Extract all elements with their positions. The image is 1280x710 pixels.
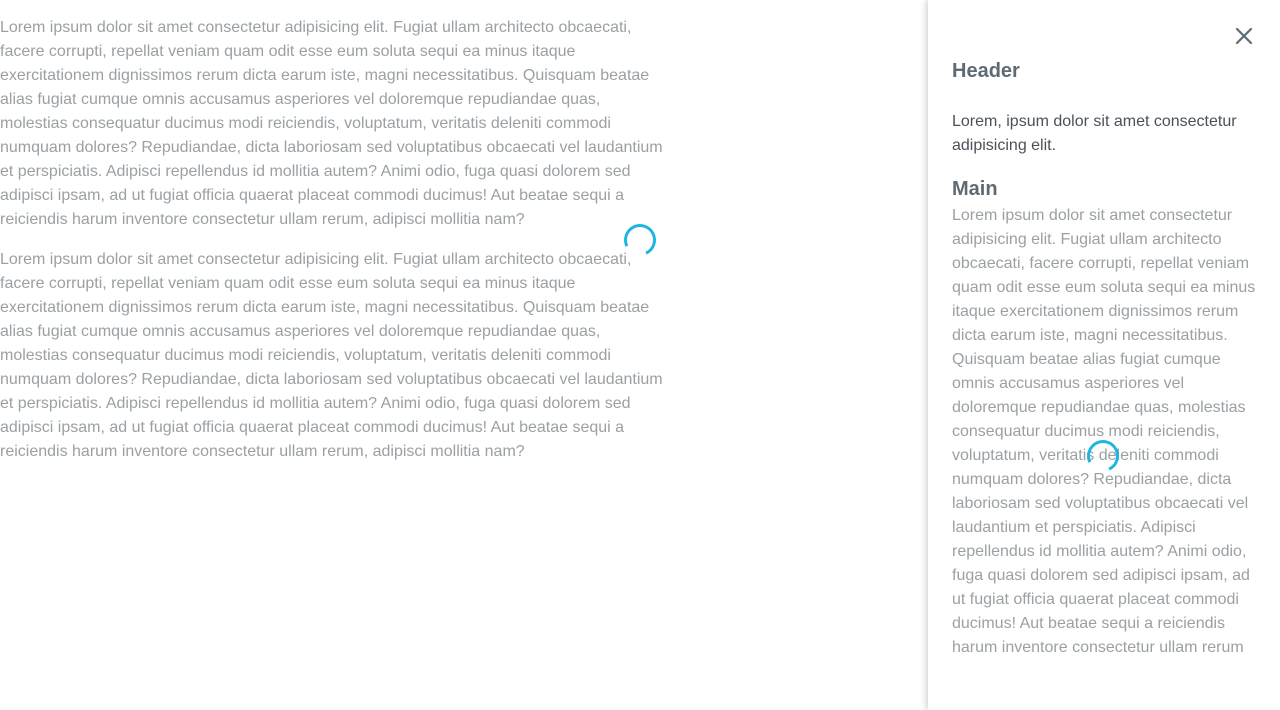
panel-header-text: Lorem, ipsum dolor sit amet consectetur … [952,113,1237,154]
main-paragraph-1: Lorem ipsum dolor sit amet consectetur a… [0,19,663,228]
page: Lorem ipsum dolor sit amet consectetur a… [0,0,1280,710]
panel-main-title: Main [952,178,998,200]
close-button[interactable] [1232,24,1256,48]
scroll-fade [952,654,1256,670]
side-panel: Header Lorem, ipsum dolor sit amet conse… [928,0,1280,710]
close-icon [1235,27,1253,45]
main-paragraph-2: Lorem ipsum dolor sit amet consectetur a… [0,251,663,460]
panel-main-scroll-area[interactable]: Lorem ipsum dolor sit amet consectetur a… [952,204,1256,670]
panel-header-title: Header [952,60,1020,82]
panel-main-text: Lorem ipsum dolor sit amet consectetur a… [952,207,1256,656]
main-content: Lorem ipsum dolor sit amet consectetur a… [0,16,670,480]
